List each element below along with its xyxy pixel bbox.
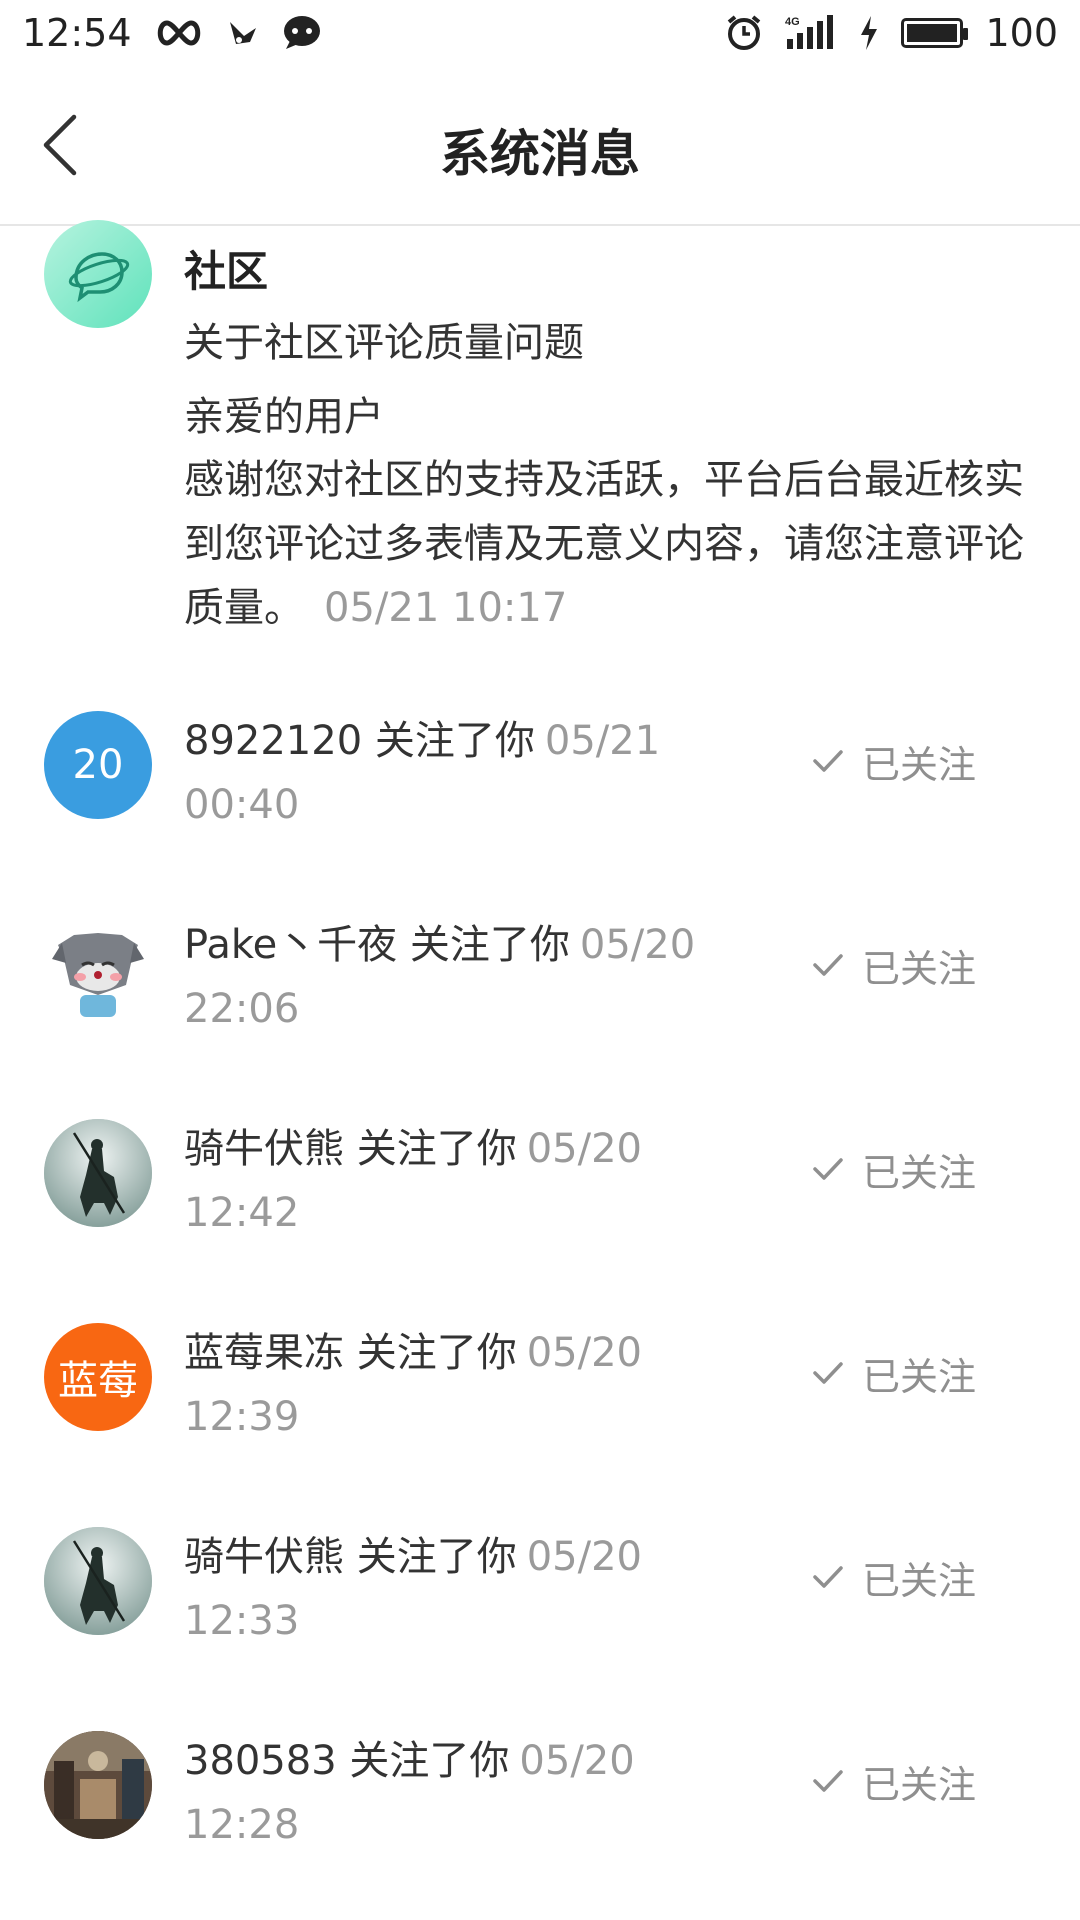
follower-name: 8922120 [184, 718, 363, 764]
status-bar: 12:54 4G 100 [0, 0, 1080, 66]
user-avatar[interactable]: 蓝莓 [44, 1323, 152, 1431]
followed-button[interactable]: 已关注 [812, 1343, 976, 1403]
follow-action: 关注了你 [356, 1330, 517, 1376]
avatar-text: 蓝莓 [58, 1358, 138, 1404]
system-greeting: 亲爱的用户 [184, 394, 384, 440]
follow-row[interactable]: 380583 关注了你 05/20 12:28 已关注 [0, 1701, 1080, 1905]
follow-action: 关注了你 [349, 1738, 510, 1784]
check-icon [813, 1158, 843, 1180]
page-title: 系统消息 [440, 125, 640, 183]
bird-icon [226, 16, 260, 50]
user-avatar[interactable] [44, 1527, 152, 1635]
follow-text: 骑牛伏熊 关注了你 05/20 12:42 [184, 1117, 704, 1245]
status-time: 12:54 [22, 11, 132, 55]
follower-name: 蓝莓果冻 [184, 1330, 344, 1376]
battery-level: 100 [985, 11, 1058, 55]
system-sender: 社区 [184, 247, 269, 296]
follow-row[interactable]: Pake丶千夜 关注了你 05/20 22:06 已关注 [0, 885, 1080, 1089]
battery-fill [907, 24, 958, 42]
chat-icon [282, 15, 322, 51]
followed-label: 已关注 [862, 1762, 977, 1807]
follow-action: 关注了你 [356, 1126, 517, 1172]
header: 系统消息 [0, 66, 1080, 226]
follow-row[interactable]: 骑牛伏熊 关注了你 05/20 12:33 已关注 [0, 1497, 1080, 1701]
follower-name: 380583 [184, 1738, 337, 1784]
planet-chat-icon [44, 220, 152, 328]
followed-button[interactable]: 已关注 [812, 1751, 976, 1811]
follower-name: 骑牛伏熊 [184, 1534, 344, 1580]
follow-text: Pake丶千夜 关注了你 05/20 22:06 [184, 913, 704, 1041]
check-icon [813, 1362, 843, 1384]
message-list: 社区 关于社区评论质量问题 亲爱的用户 感谢您对社区的支持及活跃，平台后台最近核… [0, 220, 1080, 1848]
follow-row[interactable]: 蓝莓 蓝莓果冻 关注了你 05/20 12:39 已关注 [0, 1293, 1080, 1497]
followed-label: 已关注 [862, 742, 977, 787]
infinity-icon [154, 19, 204, 47]
follow-text: 8922120 关注了你 05/21 00:40 [184, 709, 704, 837]
check-icon [813, 954, 843, 976]
followed-label: 已关注 [862, 1558, 977, 1603]
followed-button[interactable]: 已关注 [812, 1139, 976, 1199]
follow-text: 蓝莓果冻 关注了你 05/20 12:39 [184, 1321, 704, 1449]
check-icon [813, 1770, 843, 1792]
user-avatar[interactable] [44, 915, 152, 1023]
network-label: 4G [785, 16, 800, 28]
check-icon [813, 750, 843, 772]
system-body-container: 感谢您对社区的支持及活跃，平台后台最近核实到您评论过多表情及无意义内容，请您注意… [184, 448, 1044, 640]
system-message[interactable]: 社区 关于社区评论质量问题 亲爱的用户 感谢您对社区的支持及活跃，平台后台最近核… [0, 220, 1080, 681]
follower-name: Pake丶千夜 [184, 922, 398, 968]
user-avatar[interactable] [44, 1119, 152, 1227]
battery-icon [901, 18, 969, 48]
follower-name: 骑牛伏熊 [184, 1126, 344, 1172]
avatar-text: 20 [72, 742, 124, 788]
alarm-icon [725, 14, 763, 52]
followed-button[interactable]: 已关注 [812, 1547, 976, 1607]
system-time: 05/21 10:17 [324, 585, 568, 631]
follow-row[interactable]: 20 8922120 关注了你 05/21 00:40 已关注 [0, 681, 1080, 885]
follow-action: 关注了你 [409, 922, 570, 968]
follow-text: 骑牛伏熊 关注了你 05/20 12:33 [184, 1525, 704, 1653]
followed-label: 已关注 [862, 946, 977, 991]
follow-list: 20 8922120 关注了你 05/21 00:40 已关注 Pake丶千夜 关注了你… [0, 681, 1080, 1905]
follow-row[interactable]: 骑牛伏熊 关注了你 05/20 12:42 已关注 [0, 1089, 1080, 1293]
check-icon [813, 1566, 843, 1588]
charging-icon [859, 16, 879, 50]
follow-action: 关注了你 [374, 718, 535, 764]
followed-label: 已关注 [862, 1150, 977, 1195]
followed-label: 已关注 [862, 1354, 977, 1399]
followed-button[interactable]: 已关注 [812, 731, 976, 791]
user-avatar[interactable] [44, 1731, 152, 1839]
followed-button[interactable]: 已关注 [812, 935, 976, 995]
follow-text: 380583 关注了你 05/20 12:28 [184, 1729, 704, 1857]
user-avatar[interactable]: 20 [44, 711, 152, 819]
follow-action: 关注了你 [356, 1534, 517, 1580]
system-subject: 关于社区评论质量问题 [184, 320, 584, 366]
signal-icon: 4G [785, 15, 837, 51]
system-body: 感谢您对社区的支持及活跃，平台后台最近核实到您评论过多表情及无意义内容，请您注意… [184, 457, 1024, 631]
